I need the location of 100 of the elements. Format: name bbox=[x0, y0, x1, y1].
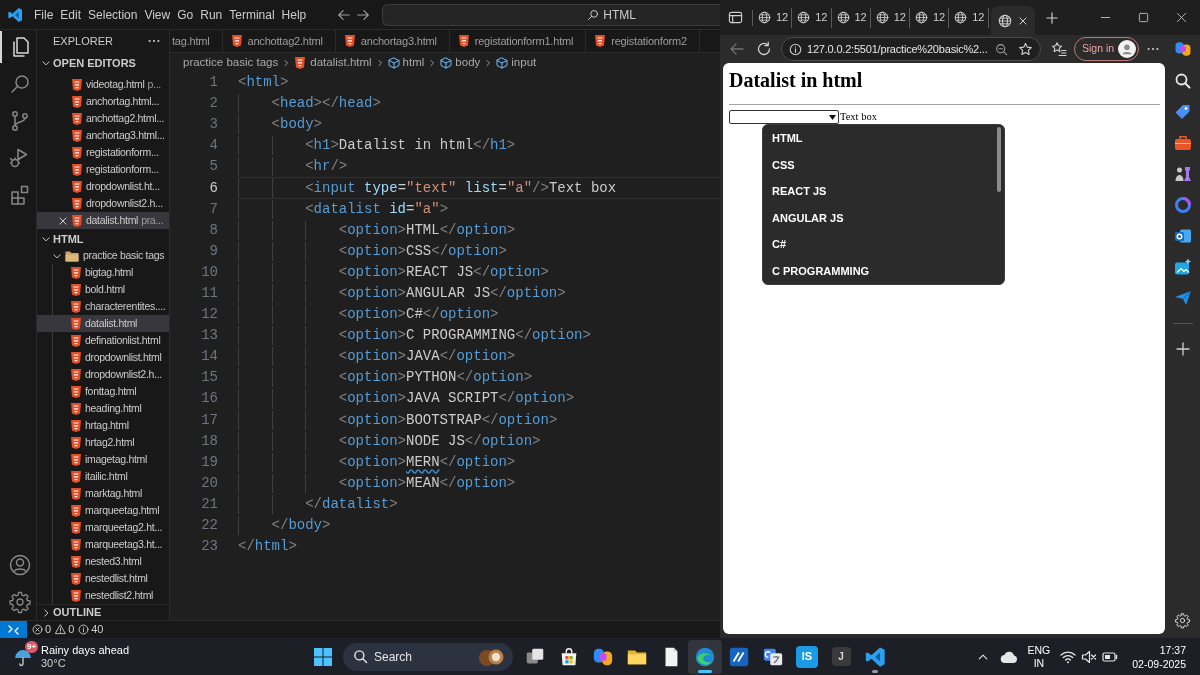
language-indicator[interactable]: ENG IN bbox=[1027, 643, 1051, 670]
menu-item[interactable]: Help bbox=[278, 4, 310, 25]
refresh-icon[interactable] bbox=[756, 41, 772, 57]
back-icon[interactable] bbox=[729, 41, 745, 57]
tree-folder[interactable]: practice basic tags bbox=[37, 248, 169, 264]
zoom-out-icon[interactable] bbox=[995, 42, 1008, 56]
browser-tab[interactable] bbox=[990, 6, 1035, 35]
tree-item[interactable]: imagetag.html bbox=[37, 451, 169, 468]
taskbar-button[interactable]: J bbox=[824, 639, 858, 674]
suggestion-option[interactable]: CSS bbox=[763, 151, 1004, 179]
tree-item[interactable]: bigtag.html bbox=[37, 264, 169, 281]
tree-item[interactable]: bold.html bbox=[37, 281, 169, 298]
remote-icon[interactable] bbox=[0, 620, 27, 638]
tree-item[interactable]: marqueetag.html bbox=[37, 502, 169, 519]
chevron-down-icon[interactable] bbox=[41, 234, 51, 244]
tree-item[interactable]: nested3.html bbox=[37, 553, 169, 570]
settings-icon[interactable] bbox=[7, 589, 32, 614]
breadcrumb-item[interactable]: input bbox=[496, 53, 537, 72]
close-icon[interactable] bbox=[1017, 15, 1028, 26]
star-icon[interactable] bbox=[1018, 41, 1033, 57]
plus-icon[interactable] bbox=[1174, 340, 1191, 357]
wifi-icon[interactable] bbox=[1060, 649, 1077, 664]
menu-item[interactable]: Edit bbox=[57, 4, 85, 25]
breadcrumb-item[interactable]: datalist.html bbox=[294, 53, 372, 72]
ring-icon[interactable] bbox=[1172, 194, 1193, 215]
suggestion-option[interactable]: REACT JS bbox=[763, 178, 1004, 205]
forward-arrow-icon[interactable] bbox=[356, 7, 371, 22]
browser-tab[interactable]: 12 bbox=[753, 7, 793, 28]
menu-item[interactable]: View bbox=[141, 4, 174, 25]
tree-item[interactable]: itailic.html bbox=[37, 468, 169, 485]
tree-item[interactable]: datalist.html bbox=[37, 315, 169, 332]
open-editor-item[interactable]: videotag.html p... bbox=[37, 76, 169, 93]
colorful-swirl-icon[interactable] bbox=[1174, 40, 1192, 58]
weather-widget[interactable]: 9+ Rainy days ahead 30°C bbox=[13, 643, 130, 670]
back-arrow-icon[interactable] bbox=[337, 7, 352, 22]
line-number: 16 bbox=[200, 389, 218, 409]
close-icon[interactable] bbox=[58, 215, 68, 226]
menu-item[interactable]: Go bbox=[174, 4, 197, 25]
open-editor-item[interactable]: dropdownlist.ht... bbox=[37, 178, 169, 195]
editor-tab[interactable]: tag.html bbox=[170, 30, 223, 52]
open-editor-item[interactable]: dropdownlist2.h... bbox=[37, 195, 169, 212]
tree-item[interactable]: heading.html bbox=[37, 400, 169, 417]
open-editor-item[interactable]: anchortag3.html... bbox=[37, 127, 169, 144]
tab-actions-icon[interactable] bbox=[728, 10, 743, 25]
tree-item[interactable]: dropdownlist.html bbox=[37, 349, 169, 366]
section-header[interactable]: OPEN EDITORS bbox=[37, 54, 169, 72]
section-header[interactable]: HTML bbox=[37, 230, 169, 248]
battery-icon[interactable] bbox=[1102, 650, 1119, 663]
menu-item[interactable]: Run bbox=[197, 4, 226, 25]
chevron-down-icon[interactable] bbox=[41, 58, 51, 68]
tree-item[interactable]: marqueetag3.ht... bbox=[37, 536, 169, 553]
address-bar[interactable]: 127.0.0.2:5501/practice%20basic%2... bbox=[781, 37, 1041, 61]
tree-item[interactable]: dropdownlist2.h... bbox=[37, 366, 169, 383]
chevron-right-icon bbox=[282, 58, 291, 67]
menu-item[interactable]: File bbox=[31, 4, 57, 25]
breadcrumb-item[interactable]: html bbox=[387, 53, 425, 72]
account-icon[interactable] bbox=[7, 552, 32, 577]
open-editor-item[interactable]: registationform... bbox=[37, 161, 169, 178]
taskbar-button[interactable] bbox=[688, 639, 722, 674]
text-input[interactable] bbox=[729, 110, 839, 124]
tree-item[interactable]: definationlist.html bbox=[37, 332, 169, 349]
tree-item[interactable]: nestedlist2.html bbox=[37, 587, 169, 604]
speaker-muted-icon[interactable] bbox=[1081, 649, 1098, 664]
browser-tab[interactable]: 12 bbox=[949, 7, 989, 28]
menu-item[interactable]: Selection bbox=[85, 4, 141, 25]
suggestion-option[interactable]: HTML bbox=[763, 125, 1004, 152]
browser-tab[interactable]: 12 bbox=[831, 7, 871, 28]
clock[interactable]: 17:37 02-09-2025 bbox=[1132, 642, 1186, 671]
suggestion-option[interactable]: C# bbox=[763, 231, 1004, 258]
cloud-icon[interactable] bbox=[999, 649, 1018, 664]
browser-tab[interactable]: 12 bbox=[910, 7, 950, 28]
command-center[interactable]: HTML bbox=[382, 3, 720, 26]
tree-item[interactable]: hrtag2.html bbox=[37, 434, 169, 451]
tree-item[interactable]: marktag.html bbox=[37, 485, 169, 502]
new-tab-icon[interactable] bbox=[1044, 10, 1059, 25]
dropdown-caret-icon[interactable] bbox=[829, 114, 836, 120]
open-editor-item[interactable]: registationform... bbox=[37, 144, 169, 161]
problems-status[interactable]: 0 0 40 bbox=[32, 621, 104, 638]
tree-item[interactable]: nestedlist.html bbox=[37, 570, 169, 587]
chevron-down-icon[interactable] bbox=[52, 251, 62, 261]
favorites-icon[interactable] bbox=[1051, 41, 1067, 57]
browser-tab[interactable]: 12 bbox=[792, 7, 832, 28]
tree-item[interactable]: fonttag.html bbox=[37, 383, 169, 400]
open-editor-item[interactable]: anchottag2.html... bbox=[37, 110, 169, 127]
breadcrumb-item[interactable]: body bbox=[440, 53, 481, 72]
search-field[interactable]: Search bbox=[343, 642, 513, 671]
menu-item[interactable]: Terminal bbox=[226, 4, 278, 25]
chevron-right-icon bbox=[484, 58, 493, 67]
scrollbar[interactable] bbox=[997, 127, 1001, 192]
suggestion-option[interactable]: C PROGRAMMING bbox=[763, 257, 1004, 284]
chevron-right-icon[interactable] bbox=[41, 607, 51, 618]
breadcrumb-item[interactable]: practice basic tags bbox=[183, 53, 279, 72]
open-editor-item[interactable]: datalist.html pra... bbox=[37, 212, 169, 229]
tree-item[interactable]: marqueetag2.ht... bbox=[37, 519, 169, 536]
browser-tab[interactable]: 12 bbox=[870, 7, 910, 28]
tree-item[interactable]: hrtag.html bbox=[37, 417, 169, 434]
settings-icon[interactable] bbox=[1174, 612, 1191, 629]
info-icon[interactable] bbox=[789, 42, 802, 56]
open-editor-item[interactable]: anchortag.html... bbox=[37, 93, 169, 110]
suggestion-option[interactable]: ANGULAR JS bbox=[763, 204, 1004, 232]
